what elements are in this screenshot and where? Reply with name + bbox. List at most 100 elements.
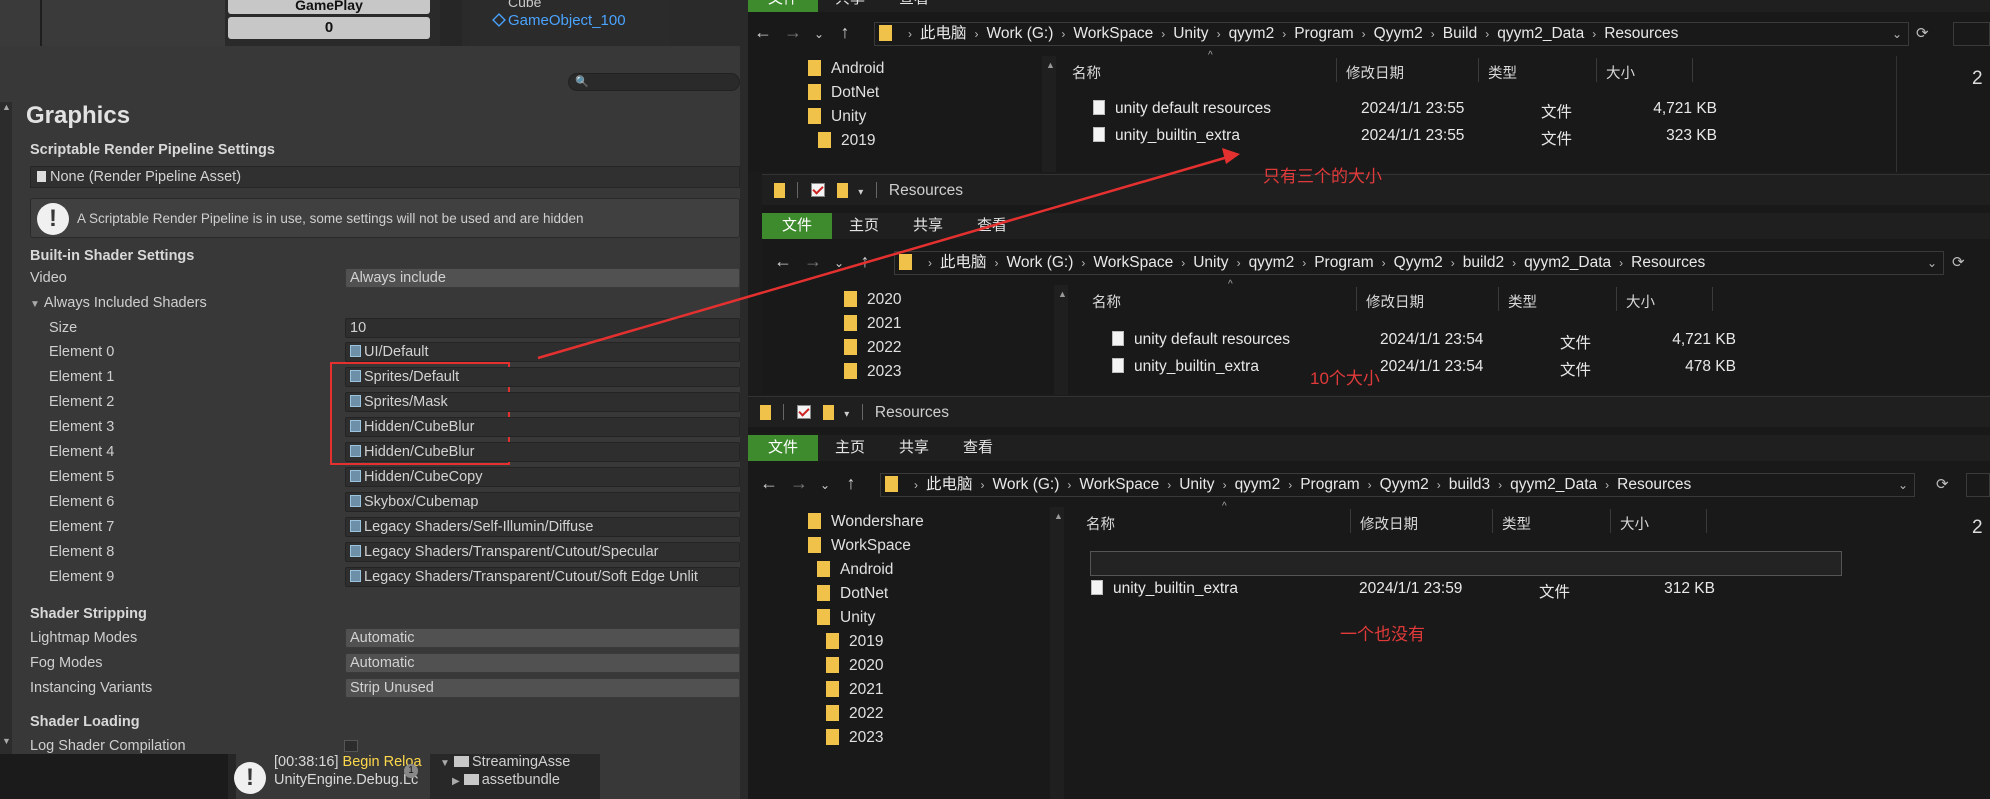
tree-item[interactable]: Android: [817, 561, 893, 579]
shader-object-field[interactable]: UI/Default: [345, 342, 740, 362]
folder-icon[interactable]: [760, 405, 771, 420]
breadcrumb-segment[interactable]: Program: [1300, 476, 1359, 493]
video-dropdown[interactable]: Always include: [345, 268, 740, 288]
chevron-right-icon[interactable]: ›: [1181, 252, 1185, 274]
tree-item[interactable]: WorkSpace: [808, 537, 911, 555]
render-pipeline-asset-field[interactable]: None (Render Pipeline Asset): [30, 166, 740, 188]
tree-item[interactable]: Wondershare: [808, 513, 924, 531]
file-row[interactable]: unity default resources: [1112, 331, 1290, 349]
chevron-right-icon[interactable]: ›: [1167, 474, 1171, 496]
scroll-up-icon[interactable]: ▲: [1046, 60, 1055, 70]
chevron-right-icon[interactable]: ›: [975, 23, 979, 45]
tree-scrollbar[interactable]: [1042, 56, 1056, 172]
column-header[interactable]: 大小: [1626, 291, 1655, 312]
breadcrumb-segment[interactable]: Resources: [1604, 25, 1678, 42]
breadcrumb-segment[interactable]: WorkSpace: [1093, 254, 1173, 271]
search-input[interactable]: [1953, 22, 1990, 46]
breadcrumb-segment[interactable]: Unity: [1179, 476, 1214, 493]
tab-file[interactable]: 文件: [748, 0, 819, 12]
breadcrumb-segment[interactable]: Unity: [1173, 25, 1208, 42]
ribbon-tab[interactable]: 主页: [818, 435, 882, 461]
tree-item[interactable]: 2021: [844, 315, 901, 333]
properties-icon[interactable]: [796, 405, 811, 419]
ribbon-tab[interactable]: 文件: [748, 435, 819, 461]
file-row[interactable]: unity_builtin_extra: [1093, 127, 1240, 145]
tab-share[interactable]: 共享: [818, 0, 882, 12]
chevron-right-icon[interactable]: ›: [1288, 474, 1292, 496]
chevron-right-icon[interactable]: ›: [981, 474, 985, 496]
column-divider[interactable]: [1478, 58, 1479, 82]
chevron-right-icon[interactable]: ›: [1592, 23, 1596, 45]
column-divider[interactable]: [1350, 509, 1351, 533]
tree-item[interactable]: DotNet: [817, 585, 888, 603]
column-divider[interactable]: [1336, 58, 1337, 82]
column-header[interactable]: 类型: [1488, 62, 1517, 83]
chevron-right-icon[interactable]: ›: [1498, 474, 1502, 496]
tree-item[interactable]: DotNet: [808, 84, 879, 102]
shader-object-field[interactable]: Skybox/Cubemap: [345, 492, 740, 512]
up-icon[interactable]: ↑: [830, 22, 860, 43]
chevron-right-icon[interactable]: ›: [1485, 23, 1489, 45]
size-input[interactable]: 10: [345, 318, 740, 338]
new-folder-icon[interactable]: [822, 405, 834, 420]
ribbon-tab[interactable]: 主页: [832, 213, 896, 239]
shader-object-field[interactable]: Legacy Shaders/Transparent/Cutout/Specul…: [345, 542, 740, 562]
chevron-right-icon[interactable]: ›: [1431, 23, 1435, 45]
breadcrumb-segment[interactable]: Qyym2: [1374, 25, 1423, 42]
column-header[interactable]: 修改日期: [1346, 62, 1404, 83]
file-row[interactable]: unity_builtin_extra: [1112, 358, 1259, 376]
chevron-right-icon[interactable]: ›: [1081, 252, 1085, 274]
instancing-variants-dropdown[interactable]: Strip Unused: [345, 678, 740, 698]
breadcrumb-segment[interactable]: qyym2: [1229, 25, 1275, 42]
chevron-right-icon[interactable]: ›: [928, 252, 932, 274]
tree-item[interactable]: 2023: [844, 363, 901, 381]
column-divider[interactable]: [1498, 287, 1499, 311]
new-folder-icon[interactable]: [836, 183, 848, 198]
column-header[interactable]: 名称: [1092, 291, 1121, 312]
lightmap-modes-dropdown[interactable]: Automatic: [345, 628, 740, 648]
breadcrumb-segment[interactable]: 此电脑: [926, 476, 973, 493]
hierarchy-item-gameobject[interactable]: GameObject_100: [508, 12, 626, 29]
tab-view[interactable]: 查看: [882, 0, 946, 12]
chevron-right-icon[interactable]: ›: [1161, 23, 1165, 45]
chevron-right-icon[interactable]: ›: [1451, 252, 1455, 274]
column-divider[interactable]: [1712, 287, 1713, 311]
chevron-right-icon[interactable]: ›: [1512, 252, 1516, 274]
chevron-right-icon[interactable]: ›: [1302, 252, 1306, 274]
shader-object-field[interactable]: Legacy Shaders/Self-Illumin/Diffuse: [345, 517, 740, 537]
tree-scrollbar[interactable]: [1054, 285, 1068, 395]
tree-item[interactable]: Android: [808, 60, 884, 78]
ribbon-tab[interactable]: 共享: [896, 213, 960, 239]
tree-item[interactable]: 2022: [826, 705, 883, 723]
always-included-foldout[interactable]: ▼ Always Included Shaders: [30, 295, 207, 311]
breadcrumb-segment[interactable]: Work (G:): [987, 25, 1054, 42]
chevron-right-icon[interactable]: ›: [1619, 252, 1623, 274]
shader-object-field[interactable]: Hidden/CubeBlur: [345, 442, 740, 462]
project-item[interactable]: ▶ assetbundle: [452, 772, 560, 788]
breadcrumb-segment[interactable]: WorkSpace: [1073, 25, 1153, 42]
column-divider[interactable]: [1706, 509, 1707, 533]
chevron-right-icon[interactable]: ›: [908, 23, 912, 45]
column-header[interactable]: 修改日期: [1366, 291, 1424, 312]
chevron-down-icon[interactable]: ▾: [844, 409, 849, 420]
scroll-up-icon[interactable]: ▲: [1054, 511, 1063, 521]
refresh-icon[interactable]: ⟳: [1936, 475, 1949, 493]
chevron-right-icon[interactable]: ›: [1368, 474, 1372, 496]
scroll-up-icon[interactable]: ▲: [1058, 289, 1067, 299]
shader-object-field[interactable]: Sprites/Mask: [345, 392, 740, 412]
log-shader-compilation-toggle[interactable]: [344, 740, 358, 752]
search-input[interactable]: [1966, 473, 1990, 497]
scroll-down-icon[interactable]: ▼: [2, 736, 11, 746]
tree-item[interactable]: 2020: [826, 657, 883, 675]
file-row[interactable]: unity default resources: [1093, 100, 1271, 118]
fog-modes-dropdown[interactable]: Automatic: [345, 653, 740, 673]
breadcrumb-segment[interactable]: qyym2_Data: [1497, 25, 1584, 42]
chevron-down-icon[interactable]: ⌄: [808, 27, 830, 41]
breadcrumb-segment[interactable]: build3: [1449, 476, 1490, 493]
back-icon[interactable]: ←: [768, 251, 798, 272]
breadcrumb-segment[interactable]: build2: [1463, 254, 1504, 271]
shader-object-field[interactable]: Hidden/CubeBlur: [345, 417, 740, 437]
shader-object-field[interactable]: Hidden/CubeCopy: [345, 467, 740, 487]
forward-icon[interactable]: →: [778, 22, 808, 43]
refresh-icon[interactable]: ⟳: [1916, 24, 1929, 42]
